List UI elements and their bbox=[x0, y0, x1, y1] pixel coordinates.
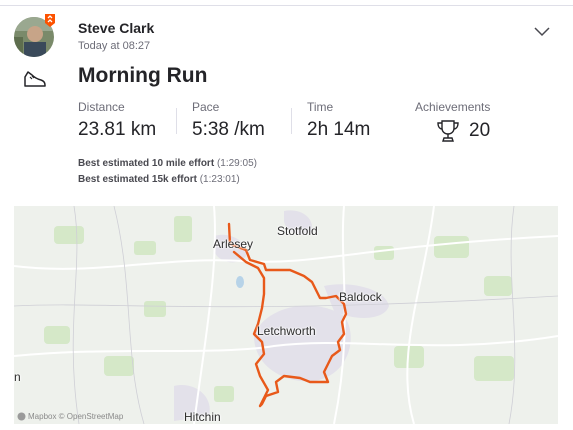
route-map[interactable]: Stotfold Arlesey Baldock Letchworth Hitc… bbox=[14, 206, 558, 424]
running-shoe-icon bbox=[24, 71, 46, 87]
map-label-hitchin: Hitchin bbox=[184, 410, 221, 424]
best-effort-row: Best estimated 10 mile effort (1:29:05) bbox=[78, 158, 257, 169]
best-effort-row: Best estimated 15k effort (1:23:01) bbox=[78, 174, 240, 185]
map-label-arlesey: Arlesey bbox=[213, 237, 254, 251]
stat-label: Distance bbox=[78, 100, 125, 114]
map-canvas bbox=[14, 206, 558, 424]
achievement-count: 20 bbox=[469, 120, 491, 141]
athlete-name[interactable]: Steve Clark bbox=[78, 20, 154, 36]
activity-title[interactable]: Morning Run bbox=[78, 64, 207, 88]
trophy-icon bbox=[437, 120, 459, 142]
map-attribution-text: Mapbox © OpenStreetMap bbox=[28, 412, 124, 421]
stat-achievements[interactable]: Achievements 20 bbox=[415, 100, 490, 143]
subscriber-badge-icon bbox=[45, 14, 55, 27]
stat-divider bbox=[291, 108, 292, 134]
top-divider bbox=[0, 0, 573, 6]
stat-divider bbox=[176, 108, 177, 134]
map-label-letchworth: Letchworth bbox=[257, 324, 316, 338]
stat-value-row: 20 bbox=[415, 119, 490, 143]
stat-value: 2h 14m bbox=[307, 119, 371, 140]
stat-value: 5:38 /km bbox=[192, 119, 265, 140]
mapbox-logo-icon bbox=[17, 412, 26, 421]
chevron-down-icon[interactable] bbox=[533, 24, 551, 38]
map-label-stotfold: Stotfold bbox=[277, 224, 318, 238]
map-label-partial: n bbox=[14, 370, 21, 384]
effort-name: Best estimated 15k effort bbox=[78, 174, 197, 185]
effort-name: Best estimated 10 mile effort bbox=[78, 158, 215, 169]
map-label-baldock: Baldock bbox=[339, 290, 382, 304]
stat-label: Time bbox=[307, 100, 334, 114]
map-attribution: Mapbox © OpenStreetMap bbox=[17, 412, 123, 421]
effort-time: (1:29:05) bbox=[216, 158, 257, 169]
stat-label: Pace bbox=[192, 100, 220, 114]
stat-distance: Distance 23.81 km bbox=[78, 100, 156, 141]
effort-time: (1:23:01) bbox=[199, 174, 240, 185]
stat-value: 23.81 km bbox=[78, 119, 157, 140]
stat-time: Time 2h 14m bbox=[307, 100, 370, 141]
stat-label: Achievements bbox=[415, 100, 491, 114]
activity-timestamp: Today at 08:27 bbox=[78, 40, 151, 52]
stat-pace: Pace 5:38 /km bbox=[192, 100, 265, 141]
